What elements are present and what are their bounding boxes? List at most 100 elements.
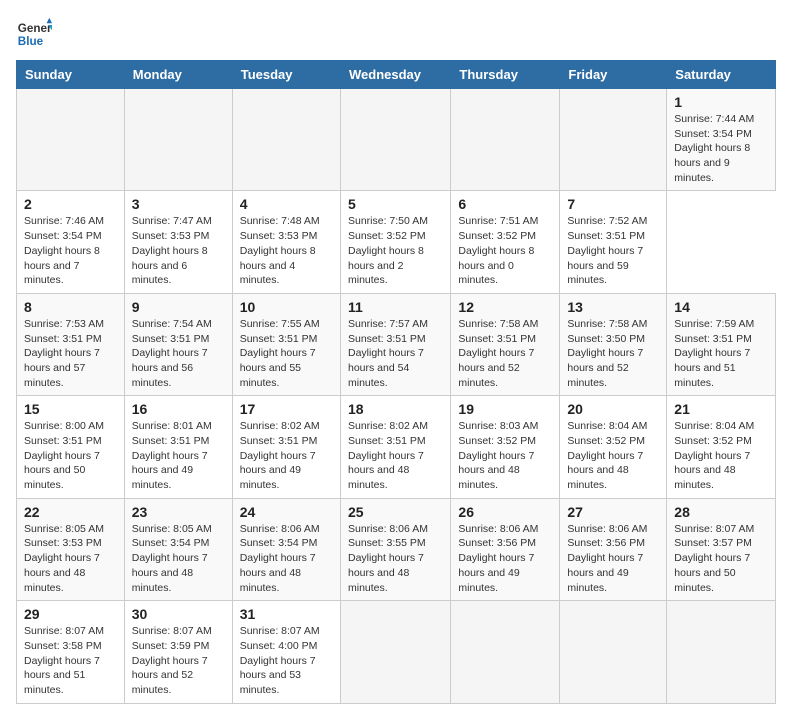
calendar-day: 17 Sunrise: 8:02 AMSunset: 3:51 PMDaylig…: [232, 396, 340, 498]
day-number: 20: [567, 401, 659, 417]
calendar-day: 6 Sunrise: 7:51 AMSunset: 3:52 PMDayligh…: [451, 191, 560, 293]
day-info: Sunrise: 7:48 AMSunset: 3:53 PMDaylight …: [240, 215, 320, 286]
day-number: 27: [567, 504, 659, 520]
day-info: Sunrise: 7:52 AMSunset: 3:51 PMDaylight …: [567, 215, 647, 286]
day-info: Sunrise: 8:02 AMSunset: 3:51 PMDaylight …: [348, 420, 428, 491]
empty-cell: [560, 89, 667, 191]
day-info: Sunrise: 7:54 AMSunset: 3:51 PMDaylight …: [132, 318, 212, 389]
calendar-body: 1 Sunrise: 7:44 AMSunset: 3:54 PMDayligh…: [17, 89, 776, 704]
calendar-day: 22 Sunrise: 8:05 AMSunset: 3:53 PMDaylig…: [17, 498, 125, 600]
day-number: 30: [132, 606, 225, 622]
empty-cell: [232, 89, 340, 191]
day-info: Sunrise: 8:07 AMSunset: 3:58 PMDaylight …: [24, 625, 104, 696]
day-info: Sunrise: 7:47 AMSunset: 3:53 PMDaylight …: [132, 215, 212, 286]
day-info: Sunrise: 8:07 AMSunset: 3:57 PMDaylight …: [674, 523, 754, 594]
calendar-day: 1 Sunrise: 7:44 AMSunset: 3:54 PMDayligh…: [667, 89, 776, 191]
day-info: Sunrise: 7:46 AMSunset: 3:54 PMDaylight …: [24, 215, 104, 286]
col-header-tuesday: Tuesday: [232, 61, 340, 89]
calendar-table: SundayMondayTuesdayWednesdayThursdayFrid…: [16, 60, 776, 704]
day-number: 2: [24, 196, 117, 212]
calendar-day: 13 Sunrise: 7:58 AMSunset: 3:50 PMDaylig…: [560, 293, 667, 395]
day-number: 31: [240, 606, 333, 622]
day-number: 5: [348, 196, 443, 212]
day-number: 23: [132, 504, 225, 520]
calendar-day: 10 Sunrise: 7:55 AMSunset: 3:51 PMDaylig…: [232, 293, 340, 395]
calendar-day: 3 Sunrise: 7:47 AMSunset: 3:53 PMDayligh…: [124, 191, 232, 293]
day-number: 18: [348, 401, 443, 417]
col-header-friday: Friday: [560, 61, 667, 89]
day-info: Sunrise: 7:50 AMSunset: 3:52 PMDaylight …: [348, 215, 428, 286]
day-info: Sunrise: 8:05 AMSunset: 3:53 PMDaylight …: [24, 523, 104, 594]
day-info: Sunrise: 8:04 AMSunset: 3:52 PMDaylight …: [674, 420, 754, 491]
day-number: 24: [240, 504, 333, 520]
calendar-day: 8 Sunrise: 7:53 AMSunset: 3:51 PMDayligh…: [17, 293, 125, 395]
day-info: Sunrise: 8:07 AMSunset: 3:59 PMDaylight …: [132, 625, 212, 696]
day-info: Sunrise: 7:51 AMSunset: 3:52 PMDaylight …: [458, 215, 538, 286]
day-number: 22: [24, 504, 117, 520]
day-number: 15: [24, 401, 117, 417]
day-info: Sunrise: 8:03 AMSunset: 3:52 PMDaylight …: [458, 420, 538, 491]
empty-cell: [340, 601, 450, 703]
empty-cell: [340, 89, 450, 191]
calendar-day: 12 Sunrise: 7:58 AMSunset: 3:51 PMDaylig…: [451, 293, 560, 395]
calendar-day: 30 Sunrise: 8:07 AMSunset: 3:59 PMDaylig…: [124, 601, 232, 703]
calendar-day: 15 Sunrise: 8:00 AMSunset: 3:51 PMDaylig…: [17, 396, 125, 498]
day-number: 7: [567, 196, 659, 212]
calendar-day: 18 Sunrise: 8:02 AMSunset: 3:51 PMDaylig…: [340, 396, 450, 498]
day-number: 10: [240, 299, 333, 315]
logo-icon: General Blue: [16, 16, 52, 52]
day-info: Sunrise: 7:44 AMSunset: 3:54 PMDaylight …: [674, 113, 754, 184]
col-header-monday: Monday: [124, 61, 232, 89]
calendar-day: 25 Sunrise: 8:06 AMSunset: 3:55 PMDaylig…: [340, 498, 450, 600]
empty-cell: [560, 601, 667, 703]
calendar-day: 9 Sunrise: 7:54 AMSunset: 3:51 PMDayligh…: [124, 293, 232, 395]
day-info: Sunrise: 8:06 AMSunset: 3:54 PMDaylight …: [240, 523, 320, 594]
calendar-week: 15 Sunrise: 8:00 AMSunset: 3:51 PMDaylig…: [17, 396, 776, 498]
calendar-day: 26 Sunrise: 8:06 AMSunset: 3:56 PMDaylig…: [451, 498, 560, 600]
day-info: Sunrise: 7:59 AMSunset: 3:51 PMDaylight …: [674, 318, 754, 389]
day-number: 21: [674, 401, 768, 417]
calendar-day: 23 Sunrise: 8:05 AMSunset: 3:54 PMDaylig…: [124, 498, 232, 600]
empty-cell: [667, 601, 776, 703]
day-info: Sunrise: 8:06 AMSunset: 3:55 PMDaylight …: [348, 523, 428, 594]
col-header-sunday: Sunday: [17, 61, 125, 89]
calendar-day: 4 Sunrise: 7:48 AMSunset: 3:53 PMDayligh…: [232, 191, 340, 293]
day-number: 19: [458, 401, 552, 417]
day-info: Sunrise: 8:04 AMSunset: 3:52 PMDaylight …: [567, 420, 647, 491]
calendar-week: 22 Sunrise: 8:05 AMSunset: 3:53 PMDaylig…: [17, 498, 776, 600]
calendar-day: 27 Sunrise: 8:06 AMSunset: 3:56 PMDaylig…: [560, 498, 667, 600]
day-info: Sunrise: 7:57 AMSunset: 3:51 PMDaylight …: [348, 318, 428, 389]
day-number: 9: [132, 299, 225, 315]
calendar-day: 2 Sunrise: 7:46 AMSunset: 3:54 PMDayligh…: [17, 191, 125, 293]
empty-cell: [17, 89, 125, 191]
calendar-day: 20 Sunrise: 8:04 AMSunset: 3:52 PMDaylig…: [560, 396, 667, 498]
day-number: 25: [348, 504, 443, 520]
header: General Blue: [16, 16, 776, 52]
day-info: Sunrise: 8:06 AMSunset: 3:56 PMDaylight …: [458, 523, 538, 594]
header-row: SundayMondayTuesdayWednesdayThursdayFrid…: [17, 61, 776, 89]
calendar-day: 14 Sunrise: 7:59 AMSunset: 3:51 PMDaylig…: [667, 293, 776, 395]
calendar-day: 21 Sunrise: 8:04 AMSunset: 3:52 PMDaylig…: [667, 396, 776, 498]
calendar-day: 19 Sunrise: 8:03 AMSunset: 3:52 PMDaylig…: [451, 396, 560, 498]
day-info: Sunrise: 8:00 AMSunset: 3:51 PMDaylight …: [24, 420, 104, 491]
calendar-day: 16 Sunrise: 8:01 AMSunset: 3:51 PMDaylig…: [124, 396, 232, 498]
calendar-week: 1 Sunrise: 7:44 AMSunset: 3:54 PMDayligh…: [17, 89, 776, 191]
calendar-week: 2 Sunrise: 7:46 AMSunset: 3:54 PMDayligh…: [17, 191, 776, 293]
day-number: 14: [674, 299, 768, 315]
day-info: Sunrise: 7:55 AMSunset: 3:51 PMDaylight …: [240, 318, 320, 389]
svg-text:Blue: Blue: [18, 35, 44, 48]
calendar-header: SundayMondayTuesdayWednesdayThursdayFrid…: [17, 61, 776, 89]
day-info: Sunrise: 7:58 AMSunset: 3:50 PMDaylight …: [567, 318, 647, 389]
calendar-day: 5 Sunrise: 7:50 AMSunset: 3:52 PMDayligh…: [340, 191, 450, 293]
day-number: 1: [674, 94, 768, 110]
day-info: Sunrise: 8:02 AMSunset: 3:51 PMDaylight …: [240, 420, 320, 491]
calendar-week: 29 Sunrise: 8:07 AMSunset: 3:58 PMDaylig…: [17, 601, 776, 703]
calendar-day: 28 Sunrise: 8:07 AMSunset: 3:57 PMDaylig…: [667, 498, 776, 600]
calendar-day: 7 Sunrise: 7:52 AMSunset: 3:51 PMDayligh…: [560, 191, 667, 293]
calendar-day: 24 Sunrise: 8:06 AMSunset: 3:54 PMDaylig…: [232, 498, 340, 600]
col-header-saturday: Saturday: [667, 61, 776, 89]
day-info: Sunrise: 7:58 AMSunset: 3:51 PMDaylight …: [458, 318, 538, 389]
day-number: 13: [567, 299, 659, 315]
svg-text:General: General: [18, 22, 52, 35]
day-number: 11: [348, 299, 443, 315]
